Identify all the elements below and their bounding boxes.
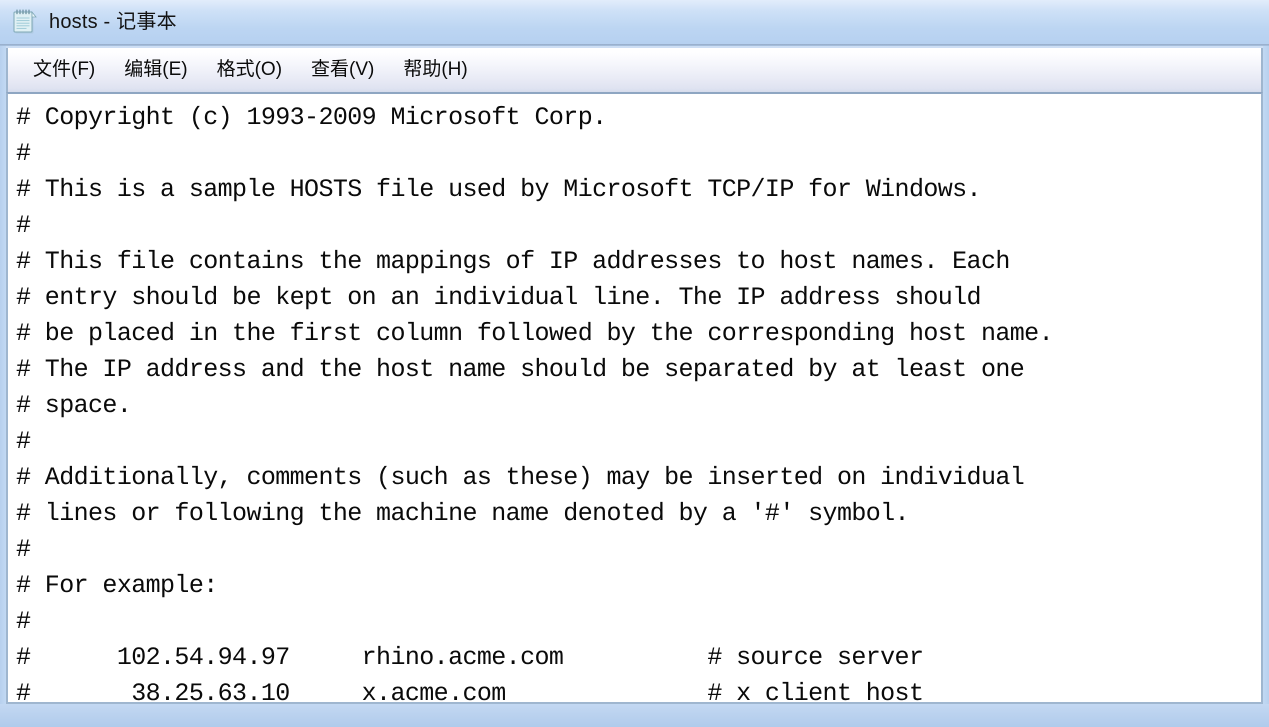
hosts-file-content[interactable]: # Copyright (c) 1993-2009 Microsoft Corp… xyxy=(8,94,1261,702)
menu-item-edit[interactable]: 编辑(E) xyxy=(115,58,196,82)
menu-item-file[interactable]: 文件(F) xyxy=(24,58,104,82)
menu-item-help[interactable]: 帮助(H) xyxy=(394,58,476,82)
window-frame-right xyxy=(1263,46,1269,727)
menu-bar: 文件(F) 编辑(E) 格式(O) 查看(V) 帮助(H) xyxy=(6,48,1263,92)
notepad-icon xyxy=(10,8,40,38)
window-frame-left xyxy=(0,46,6,727)
menu-item-format[interactable]: 格式(O) xyxy=(208,58,291,82)
notepad-window: hosts - 记事本 文件(F) 编辑(E) 格式(O) 查看(V) 帮助(H… xyxy=(0,0,1269,727)
window-title: hosts - 记事本 xyxy=(49,11,177,33)
text-editor-area[interactable]: # Copyright (c) 1993-2009 Microsoft Corp… xyxy=(6,92,1263,704)
title-bar: hosts - 记事本 xyxy=(0,0,1269,46)
menu-item-view[interactable]: 查看(V) xyxy=(302,58,383,82)
window-frame-bottom xyxy=(0,704,1269,727)
